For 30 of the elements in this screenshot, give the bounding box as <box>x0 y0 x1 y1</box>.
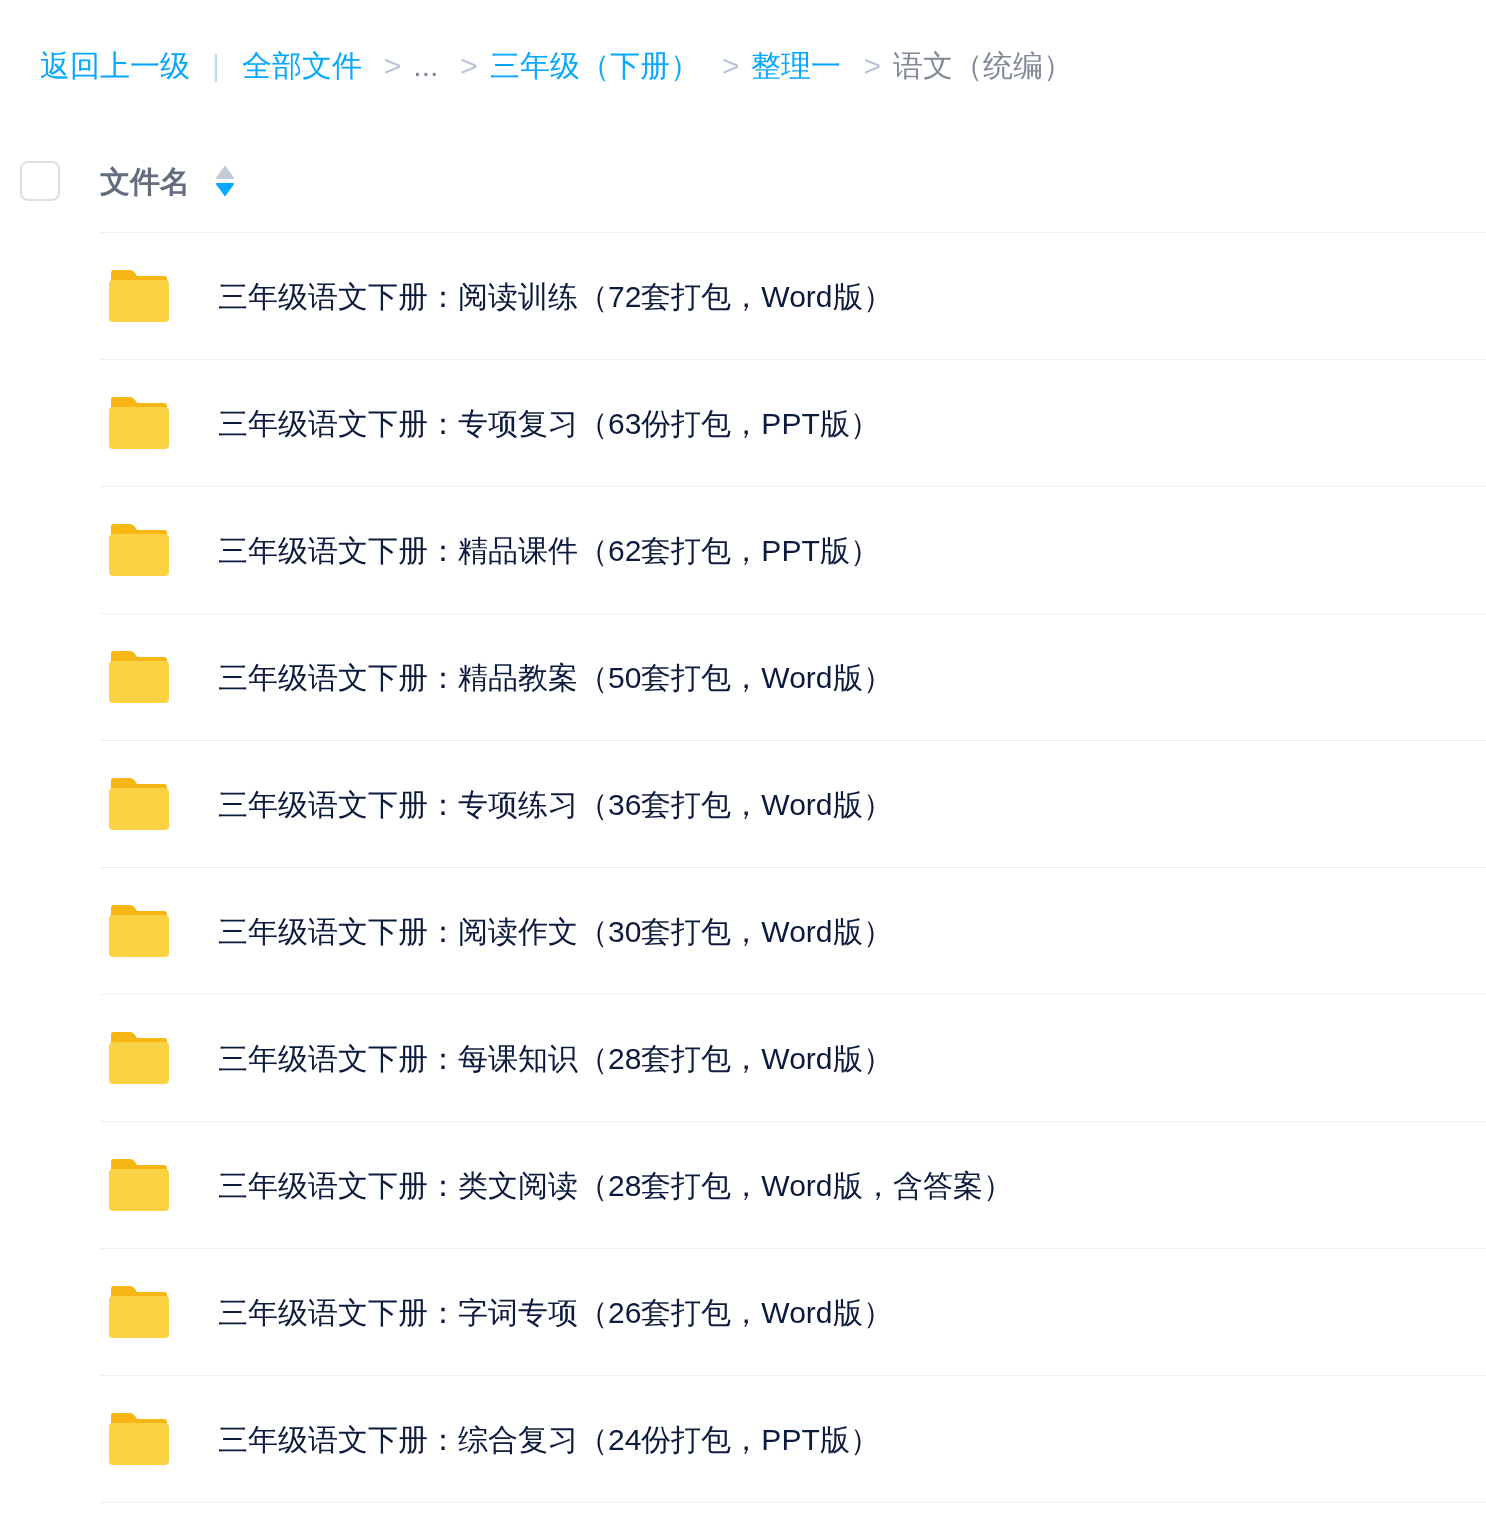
breadcrumb-current: 语文（统编） <box>892 47 1073 84</box>
folder-name[interactable]: 三年级语文下册：精品课件（62套打包，PPT版） <box>218 527 880 573</box>
select-all-checkbox[interactable] <box>20 161 60 201</box>
folder-name[interactable]: 三年级语文下册：综合复习（24份打包，PPT版） <box>218 1416 880 1462</box>
folder-name[interactable]: 三年级语文下册：阅读训练（72套打包，Word版） <box>218 273 893 319</box>
column-header[interactable]: 文件名 <box>100 158 190 204</box>
breadcrumb-chevron: > <box>721 47 740 84</box>
sort-icon[interactable] <box>216 166 234 196</box>
folder-icon <box>108 269 170 323</box>
breadcrumb-ellipsis[interactable]: ... <box>413 42 439 88</box>
folder-icon <box>108 904 170 958</box>
folder-name[interactable]: 三年级语文下册：专项练习（36套打包，Word版） <box>218 781 893 827</box>
folder-icon <box>108 1412 170 1466</box>
folder-name[interactable]: 三年级语文下册：每课知识（28套打包，Word版） <box>218 1035 893 1081</box>
folder-icon <box>108 1031 170 1085</box>
folder-name[interactable]: 三年级语文下册：类文阅读（28套打包，Word版，含答案） <box>218 1162 1013 1208</box>
folder-icon <box>108 1158 170 1212</box>
breadcrumb-divider: | <box>212 47 220 84</box>
folder-name[interactable]: 三年级语文下册：专项复习（63份打包，PPT版） <box>218 400 880 446</box>
folder-name[interactable]: 三年级语文下册：字词专项（26套打包，Word版） <box>218 1289 893 1335</box>
folder-icon <box>108 1285 170 1339</box>
breadcrumb-chevron: > <box>863 47 881 84</box>
folder-icon <box>108 777 170 831</box>
folder-name[interactable]: 三年级语文下册：阅读作文（30套打包，Word版） <box>218 908 893 954</box>
folder-icon <box>108 650 170 704</box>
folder-name[interactable]: 三年级语文下册：精品教案（50套打包，Word版） <box>218 654 893 700</box>
breadcrumb-chevron: > <box>460 47 478 84</box>
folder-icon <box>108 523 170 577</box>
breadcrumb-chevron: > <box>383 47 402 84</box>
folder-icon <box>108 396 170 450</box>
